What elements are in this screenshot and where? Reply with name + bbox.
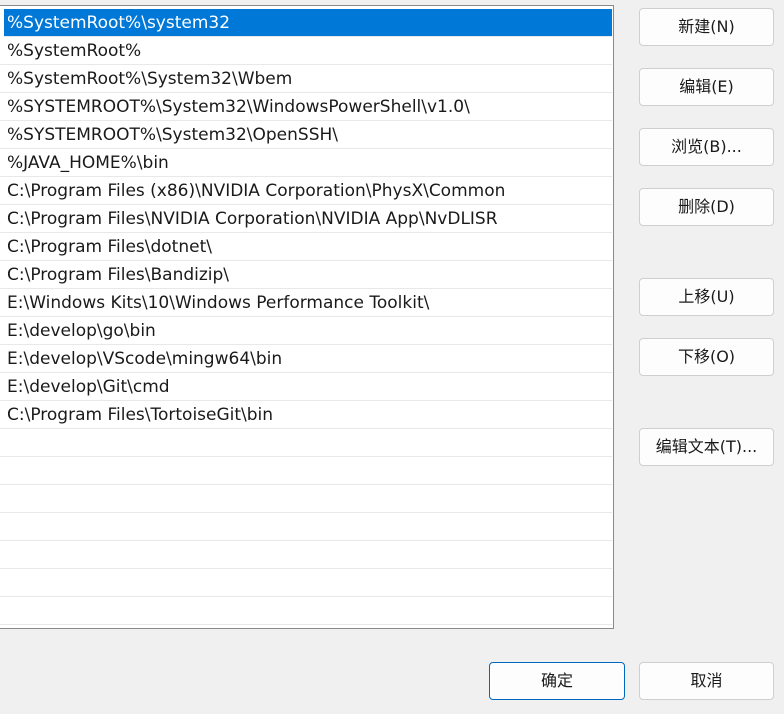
edit-text-button[interactable]: 编辑文本(T)... <box>639 428 774 466</box>
path-list[interactable]: %SystemRoot%\system32 %SystemRoot% %System… <box>0 5 614 629</box>
list-item[interactable]: C:\Program Files\Bandizip\ <box>0 261 612 289</box>
list-item[interactable]: E:\develop\VScode\mingw64\bin <box>0 345 612 373</box>
list-item-label: C:\Program Files\TortoiseGit\bin <box>7 405 274 425</box>
list-item-label: %SYSTEMROOT%\System32\WindowsPowerShell\… <box>7 97 470 117</box>
move-down-button[interactable]: 下移(O) <box>639 338 774 376</box>
delete-button[interactable]: 删除(D) <box>639 188 774 226</box>
list-item-label: %SystemRoot%\System32\Wbem <box>7 69 293 89</box>
list-item[interactable]: E:\Windows Kits\10\Windows Performance T… <box>0 289 612 317</box>
list-item-empty[interactable] <box>0 541 612 569</box>
list-item-label: E:\Windows Kits\10\Windows Performance T… <box>7 293 430 313</box>
path-list-rows: %SystemRoot%\system32 %SystemRoot% %System… <box>0 9 612 625</box>
list-item-empty[interactable] <box>0 457 612 485</box>
list-item[interactable]: E:\develop\Git\cmd <box>0 373 612 401</box>
list-item-empty[interactable] <box>0 485 612 513</box>
list-item-label: E:\develop\Git\cmd <box>7 377 170 397</box>
list-item-empty[interactable] <box>0 597 612 625</box>
cancel-button[interactable]: 取消 <box>639 662 774 700</box>
list-item-empty[interactable] <box>0 569 612 597</box>
list-item[interactable]: %JAVA_HOME%\bin <box>0 149 612 177</box>
list-item[interactable]: %SystemRoot%\System32\Wbem <box>0 65 612 93</box>
ok-button[interactable]: 确定 <box>489 662 625 700</box>
move-up-button[interactable]: 上移(U) <box>639 278 774 316</box>
list-item-empty[interactable] <box>0 429 612 457</box>
edit-button[interactable]: 编辑(E) <box>639 68 774 106</box>
list-item[interactable]: %SystemRoot% <box>0 37 612 65</box>
list-item-label: E:\develop\go\bin <box>7 321 156 341</box>
list-item[interactable]: C:\Program Files\dotnet\ <box>0 233 612 261</box>
new-button[interactable]: 新建(N) <box>639 8 774 46</box>
browse-button[interactable]: 浏览(B)... <box>639 128 774 166</box>
list-item[interactable]: C:\Program Files (x86)\NVIDIA Corporatio… <box>0 177 612 205</box>
edit-environment-variable-dialog: %SystemRoot%\system32 %SystemRoot% %System… <box>0 0 784 714</box>
list-item-label: %JAVA_HOME%\bin <box>7 153 169 173</box>
list-item-label: C:\Program Files\dotnet\ <box>7 237 212 257</box>
list-item[interactable]: E:\develop\go\bin <box>0 317 612 345</box>
list-item[interactable]: %SYSTEMROOT%\System32\WindowsPowerShell\… <box>0 93 612 121</box>
list-item-empty[interactable] <box>0 513 612 541</box>
list-item-label: %SystemRoot%\system32 <box>7 13 231 33</box>
list-item-label: %SYSTEMROOT%\System32\OpenSSH\ <box>7 125 339 145</box>
list-item-label: C:\Program Files\Bandizip\ <box>7 265 230 285</box>
list-item[interactable]: C:\Program Files\TortoiseGit\bin <box>0 401 612 429</box>
list-item-label: E:\develop\VScode\mingw64\bin <box>7 349 283 369</box>
list-item-label: %SystemRoot% <box>7 41 142 61</box>
list-item[interactable]: %SystemRoot%\system32 <box>4 9 612 37</box>
list-item[interactable]: %SYSTEMROOT%\System32\OpenSSH\ <box>0 121 612 149</box>
list-item-label: C:\Program Files\NVIDIA Corporation\NVID… <box>7 209 498 229</box>
list-item-label: C:\Program Files (x86)\NVIDIA Corporatio… <box>7 181 506 201</box>
list-item[interactable]: C:\Program Files\NVIDIA Corporation\NVID… <box>0 205 612 233</box>
